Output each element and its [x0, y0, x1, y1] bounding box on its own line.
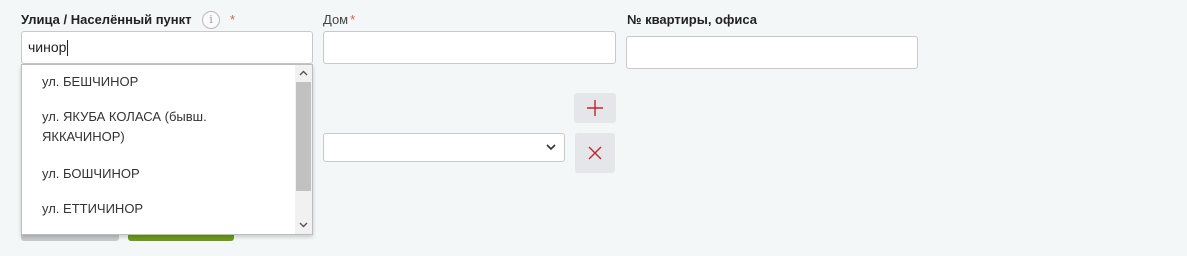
scroll-thumb[interactable]: [296, 82, 311, 191]
remove-button[interactable]: [575, 133, 615, 173]
street-label: Улица / Населённый пункт: [21, 12, 192, 27]
apartment-input[interactable]: [626, 36, 918, 69]
chevron-down-icon: [299, 222, 308, 228]
autocomplete-dropdown: ул. БЕШЧИНОР ул. ЯКУБА КОЛАСА (бывш. ЯКК…: [21, 64, 313, 235]
suggestion-item[interactable]: ул. БОШЧИНОР: [42, 164, 292, 184]
house-required-mark: *: [350, 12, 356, 27]
suggestion-item[interactable]: ул. ЯКУБА КОЛАСА (бывш. ЯККАЧИНОР): [42, 107, 292, 147]
suggestion-item[interactable]: ул. БЕШЧИНОР: [42, 72, 292, 92]
house-input[interactable]: [323, 31, 616, 64]
dropdown-scrollbar[interactable]: [295, 65, 312, 234]
street-input-value: чинор: [28, 39, 67, 55]
house-label: Дом *: [323, 12, 355, 27]
scroll-up-arrow[interactable]: [295, 65, 312, 82]
plus-icon: [587, 100, 603, 116]
text-caret: [67, 40, 69, 57]
apartment-label: № квартиры, офиса: [627, 12, 757, 27]
chevron-down-icon: [546, 144, 556, 151]
house-label-text: Дом: [323, 12, 349, 27]
extra-select[interactable]: [323, 133, 565, 162]
add-button[interactable]: [574, 93, 616, 123]
street-input[interactable]: чинор: [21, 31, 313, 64]
chevron-up-icon: [299, 70, 308, 76]
info-icon[interactable]: i: [202, 11, 220, 29]
street-required-mark: *: [230, 12, 236, 27]
close-icon: [588, 146, 602, 160]
street-label-text: Улица / Населённый пункт: [21, 12, 192, 27]
scroll-down-arrow[interactable]: [295, 217, 312, 234]
suggestion-item[interactable]: ул. ЕТТИЧИНОР: [42, 199, 292, 219]
